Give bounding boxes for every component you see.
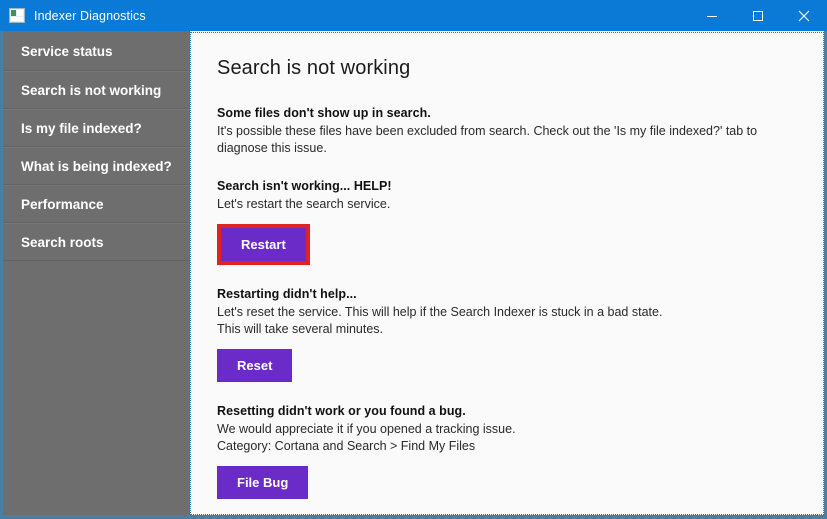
section-heading: Some files don't show up in search.: [217, 106, 431, 120]
close-button[interactable]: [781, 0, 827, 31]
section-files-not-showing: Some files don't show up in search. It's…: [217, 106, 797, 157]
sidebar-item-what-is-being-indexed[interactable]: What is being indexed?: [3, 147, 190, 185]
section-heading: Search isn't working... HELP!: [217, 179, 392, 193]
sidebar-item-search-is-not-working[interactable]: Search is not working: [3, 71, 190, 109]
window-body: Service status Search is not working Is …: [0, 31, 827, 519]
sidebar-item-label: Search roots: [21, 234, 104, 250]
section-heading: Resetting didn't work or you found a bug…: [217, 404, 466, 418]
restart-button-highlight: Restart: [217, 224, 310, 265]
application-window: Indexer Diagnostics Service status Searc…: [0, 0, 827, 519]
section-body-line: We would appreciate it if you opened a t…: [217, 422, 516, 436]
sidebar-item-search-roots[interactable]: Search roots: [3, 223, 190, 261]
section-body-line: Let's reset the service. This will help …: [217, 305, 663, 319]
sidebar-item-label: Service status: [21, 44, 113, 59]
window-controls: [689, 0, 827, 31]
sidebar: Service status Search is not working Is …: [3, 31, 190, 515]
frame-bottom-edge: [0, 515, 827, 519]
section-body-line: This will take several minutes.: [217, 322, 384, 336]
close-icon: [798, 10, 810, 21]
section-body-line: It's possible these files have been excl…: [217, 124, 758, 155]
page-title: Search is not working: [217, 57, 411, 79]
sidebar-item-performance[interactable]: Performance: [3, 185, 190, 223]
app-icon: [9, 8, 25, 23]
minimize-button[interactable]: [689, 0, 735, 31]
sidebar-item-service-status[interactable]: Service status: [3, 33, 190, 71]
content-pane: Search is not working Some files don't s…: [190, 32, 824, 515]
section-body-line: Category: Cortana and Search > Find My F…: [217, 439, 476, 453]
maximize-icon: [753, 10, 763, 21]
restart-button[interactable]: Restart: [221, 228, 306, 261]
content-inner: Search is not working Some files don't s…: [191, 33, 823, 514]
file-bug-button[interactable]: File Bug: [217, 466, 309, 499]
section-file-bug: Resetting didn't work or you found a bug…: [217, 404, 797, 499]
section-restart-service: Search isn't working... HELP! Let's rest…: [217, 179, 797, 265]
section-heading: Restarting didn't help...: [217, 287, 357, 301]
section-reset-service: Restarting didn't help... Let's reset th…: [217, 287, 797, 382]
minimize-icon: [707, 15, 717, 17]
sidebar-item-label: Is my file indexed?: [21, 120, 142, 136]
sidebar-item-is-my-file-indexed[interactable]: Is my file indexed?: [3, 109, 190, 147]
section-body-line: Let's restart the search service.: [217, 197, 391, 211]
sidebar-item-label: Performance: [21, 196, 104, 212]
sidebar-item-label: Search is not working: [21, 82, 162, 98]
maximize-button[interactable]: [735, 0, 781, 31]
sidebar-item-label: What is being indexed?: [21, 158, 172, 174]
reset-button[interactable]: Reset: [217, 349, 293, 382]
window-title: Indexer Diagnostics: [34, 8, 146, 23]
title-bar: Indexer Diagnostics: [0, 0, 827, 31]
